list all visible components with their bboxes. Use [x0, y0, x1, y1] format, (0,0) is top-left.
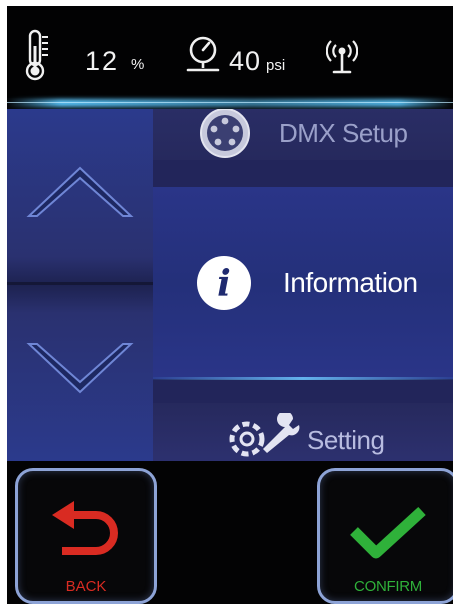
wireless-antenna-icon [325, 38, 359, 81]
humidity-value: 12 [85, 46, 120, 76]
device-screen: 12 % 40 psi DMX Setup i Information Sett… [7, 6, 453, 604]
info-icon: i [195, 254, 253, 317]
confirm-button[interactable]: CONFIRM [317, 468, 453, 604]
menu-item-label: Information [283, 267, 418, 298]
menu-item-label: Setting [307, 425, 385, 455]
selection-divider-bottom [153, 377, 453, 380]
pressure-unit: psi [266, 57, 286, 74]
gear-wrench-icon [223, 411, 303, 461]
pressure-gauge-icon [185, 35, 221, 80]
svg-text:i: i [217, 263, 231, 305]
dmx-connector-icon [197, 109, 253, 166]
menu-item-setting[interactable]: Setting [153, 403, 453, 461]
scroll-up-button[interactable] [7, 109, 153, 279]
status-divider [7, 99, 453, 107]
bottom-button-bar: BACK CONFIRM [7, 461, 453, 604]
chevron-up-icon [25, 162, 135, 227]
menu-item-information[interactable]: i Information [153, 187, 453, 379]
status-divider-core [7, 102, 453, 103]
scroll-controls [7, 109, 153, 461]
undo-arrow-icon [48, 501, 124, 568]
menu-list: DMX Setup i Information Setting [153, 109, 453, 461]
pressure-value: 40 [229, 46, 262, 76]
menu-item-label: DMX Setup [279, 118, 408, 148]
thermometer-icon [25, 28, 51, 87]
chevron-down-icon [25, 338, 135, 403]
checkmark-icon [348, 505, 428, 566]
back-button[interactable]: BACK [15, 468, 157, 604]
confirm-label: CONFIRM [354, 578, 422, 595]
scroll-down-button[interactable] [7, 285, 153, 455]
back-label: BACK [65, 578, 107, 595]
humidity-unit: % [131, 56, 145, 73]
status-bar: 12 % 40 psi [7, 6, 453, 98]
menu-item-dmx-setup[interactable]: DMX Setup [153, 109, 453, 160]
menu-area: DMX Setup i Information Setting [7, 109, 453, 461]
